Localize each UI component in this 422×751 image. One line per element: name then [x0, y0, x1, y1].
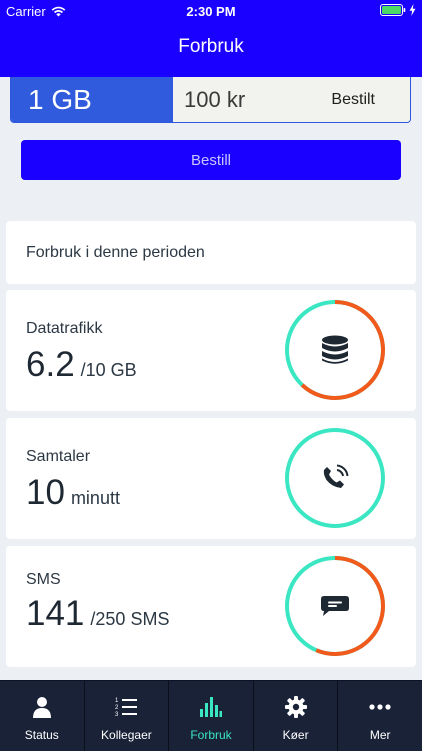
charging-bolt-icon — [409, 4, 416, 16]
tab-kollegaer[interactable]: 1 2 3 Kollegaer — [85, 681, 170, 751]
usage-value: 6.2 /10 GB — [26, 345, 137, 385]
usage-label: Datatrafikk — [26, 320, 103, 337]
usage-unit: minutt — [70, 488, 120, 508]
gear-icon — [283, 694, 309, 720]
status-bar: Carrier 2:30 PM — [0, 0, 422, 22]
usage-value: 141 /250 SMS — [26, 594, 169, 634]
usage-unit: /10 GB — [80, 360, 137, 380]
svg-text:1: 1 — [115, 698, 119, 704]
package-size: 1 GB — [11, 77, 173, 122]
usage-amount: 10 — [26, 473, 65, 512]
person-icon — [29, 694, 55, 720]
package-price-cell: 100 kr Bestilt — [173, 77, 410, 122]
clock: 2:30 PM — [186, 4, 236, 19]
usage-card-calls[interactable]: Samtaler 10 minutt — [6, 418, 416, 539]
svg-text:3: 3 — [115, 712, 119, 717]
tab-mer[interactable]: Mer — [338, 681, 422, 751]
usage-unit: /250 SMS — [90, 609, 170, 629]
app-header: Carrier 2:30 PM Forbruk — [0, 0, 422, 77]
tab-label: Forbruk — [190, 728, 232, 742]
message-icon — [319, 590, 351, 622]
usage-amount: 141 — [26, 594, 85, 633]
usage-label: SMS — [26, 571, 61, 588]
battery-icon — [380, 4, 416, 16]
usage-card-sms[interactable]: SMS 141 /250 SMS — [6, 546, 416, 667]
tab-label: Status — [24, 728, 59, 742]
period-card: Forbruk i denne perioden — [6, 221, 416, 284]
list-icon: 1 2 3 — [113, 694, 139, 720]
tab-label: Mer — [369, 728, 391, 742]
package-status: Bestilt — [331, 90, 375, 108]
tab-label: Kollegaer — [101, 728, 152, 742]
package-row[interactable]: 1 GB 100 kr Bestilt — [10, 77, 411, 123]
usage-value: 10 minutt — [26, 473, 120, 513]
bar-chart-icon — [198, 694, 224, 720]
tab-status[interactable]: Status — [0, 681, 85, 751]
tab-bar: Status 1 2 3 Kollegaer Forbruk Køer Mer — [0, 680, 422, 751]
package-price: 100 kr — [184, 86, 246, 112]
tab-koer[interactable]: Køer — [254, 681, 339, 751]
order-button[interactable]: Bestill — [21, 140, 401, 180]
page-title: Forbruk — [178, 36, 244, 57]
main-content[interactable]: 1 GB 100 kr Bestilt Bestill Forbruk i de… — [0, 77, 422, 680]
phone-icon — [319, 462, 351, 494]
usage-amount: 6.2 — [26, 345, 75, 384]
database-icon — [319, 334, 351, 366]
usage-label: Samtaler — [26, 448, 91, 465]
usage-card-data[interactable]: Datatrafikk 6.2 /10 GB — [6, 290, 416, 411]
tab-forbruk[interactable]: Forbruk — [169, 681, 254, 751]
period-title: Forbruk i denne perioden — [26, 244, 205, 261]
tab-label: Køer — [282, 728, 309, 742]
svg-text:2: 2 — [115, 705, 119, 711]
more-icon — [367, 694, 393, 720]
